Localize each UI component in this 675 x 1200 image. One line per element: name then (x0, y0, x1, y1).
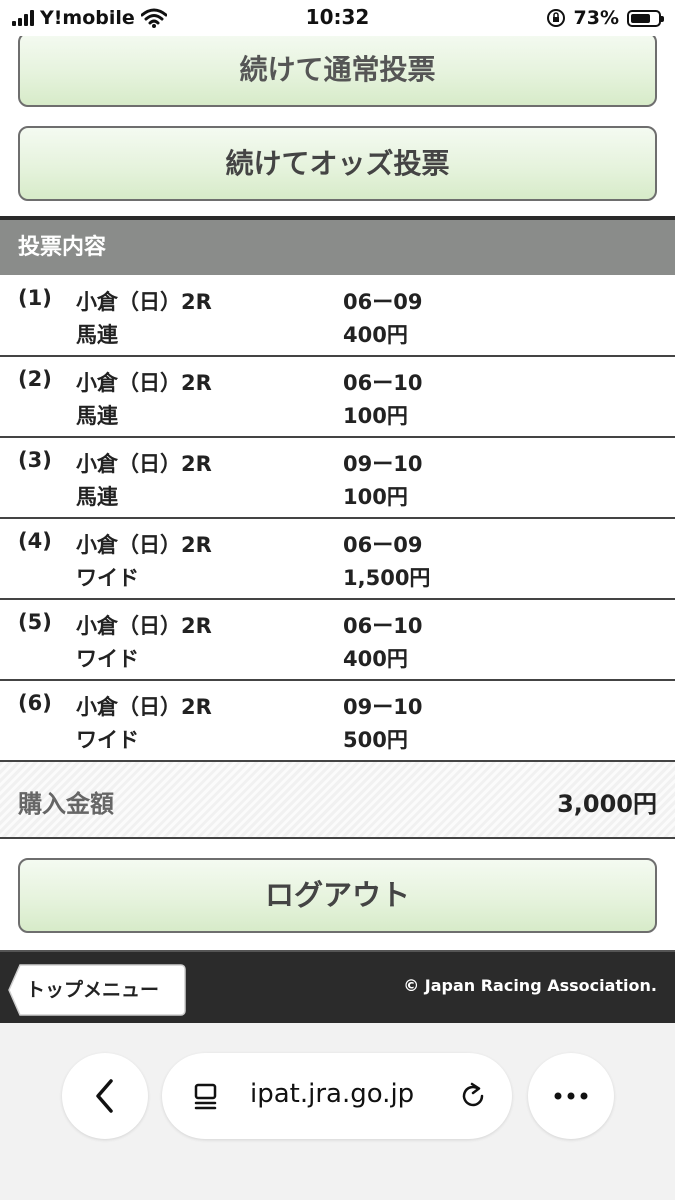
bet-type: 馬連 (76, 323, 118, 347)
total-row: 購入金額 3,000円 (0, 762, 675, 839)
bet-type: 馬連 (76, 404, 118, 428)
bet-amount: 1,500円 (343, 566, 431, 590)
bet-amount: 400円 (343, 647, 408, 671)
bet-combination: 06ー10 (343, 371, 423, 395)
bet-amount: 100円 (343, 485, 408, 509)
battery-icon (627, 9, 664, 27)
reload-icon[interactable] (458, 1080, 490, 1112)
orientation-lock-icon (546, 9, 565, 27)
bet-number: (4) (18, 529, 52, 553)
bet-number: (6) (18, 691, 52, 715)
bet-number: (5) (18, 610, 52, 634)
top-menu-button[interactable]: トップメニュー (8, 964, 186, 1016)
bet-venue: 小倉（日）2R (76, 614, 212, 638)
bet-type: ワイド (76, 647, 139, 671)
bet-number: (2) (18, 367, 52, 391)
battery-fill (631, 13, 650, 23)
bet-number: (1) (18, 286, 52, 310)
bet-type: ワイド (76, 728, 139, 752)
more-dots-icon (554, 1092, 588, 1100)
bet-venue: 小倉（日）2R (76, 452, 212, 476)
status-bar: Y!mobile 10:32 73% (0, 0, 675, 36)
battery-percent: 73% (573, 7, 619, 29)
more-button[interactable] (528, 1053, 614, 1139)
bet-combination: 09ー10 (343, 695, 423, 719)
logout-button[interactable]: ログアウト (18, 858, 657, 933)
top-menu-label: トップメニュー (26, 979, 160, 1001)
bet-venue: 小倉（日）2R (76, 371, 212, 395)
total-label: 購入金額 (18, 790, 114, 818)
total-value: 3,000円 (557, 790, 657, 818)
bet-combination: 06ー09 (343, 290, 423, 314)
continue-normal-vote-button[interactable]: 続けて通常投票 (18, 32, 657, 107)
browser-toolbar: ipat.jra.go.jp (0, 1023, 675, 1200)
bet-type: 馬連 (76, 485, 118, 509)
bet-amount: 400円 (343, 323, 408, 347)
address-bar[interactable]: ipat.jra.go.jp (162, 1053, 512, 1139)
bet-venue: 小倉（日）2R (76, 290, 212, 314)
url-text: ipat.jra.go.jp (250, 1079, 415, 1109)
bet-list: (1) 小倉（日）2R 馬連 06ー09 400円 (2) 小倉（日）2R 馬連… (0, 276, 675, 762)
bet-row: (3) 小倉（日）2R 馬連 09ー10 100円 (0, 438, 675, 519)
continue-odds-vote-button[interactable]: 続けてオッズ投票 (18, 126, 657, 201)
chevron-left-icon (96, 1079, 113, 1113)
bet-amount: 100円 (343, 404, 408, 428)
bet-row: (5) 小倉（日）2R ワイド 06ー10 400円 (0, 600, 675, 681)
bet-venue: 小倉（日）2R (76, 695, 212, 719)
bet-venue: 小倉（日）2R (76, 533, 212, 557)
bet-row: (2) 小倉（日）2R 馬連 06ー10 100円 (0, 357, 675, 438)
status-right: 73% (546, 6, 664, 30)
bet-row: (1) 小倉（日）2R 馬連 06ー09 400円 (0, 276, 675, 357)
back-button[interactable] (62, 1053, 148, 1139)
bet-type: ワイド (76, 566, 139, 590)
footer: トップメニュー © Japan Racing Association. (0, 950, 675, 1023)
bet-combination: 06ー10 (343, 614, 423, 638)
bet-amount: 500円 (343, 728, 408, 752)
bet-row: (6) 小倉（日）2R ワイド 09ー10 500円 (0, 681, 675, 762)
copyright-text: © Japan Racing Association. (403, 976, 657, 995)
bet-row: (4) 小倉（日）2R ワイド 06ー09 1,500円 (0, 519, 675, 600)
bet-combination: 09ー10 (343, 452, 423, 476)
bet-number: (3) (18, 448, 52, 472)
page-menu-icon (194, 1083, 217, 1110)
bet-combination: 06ー09 (343, 533, 423, 557)
section-title: 投票内容 (0, 220, 675, 275)
